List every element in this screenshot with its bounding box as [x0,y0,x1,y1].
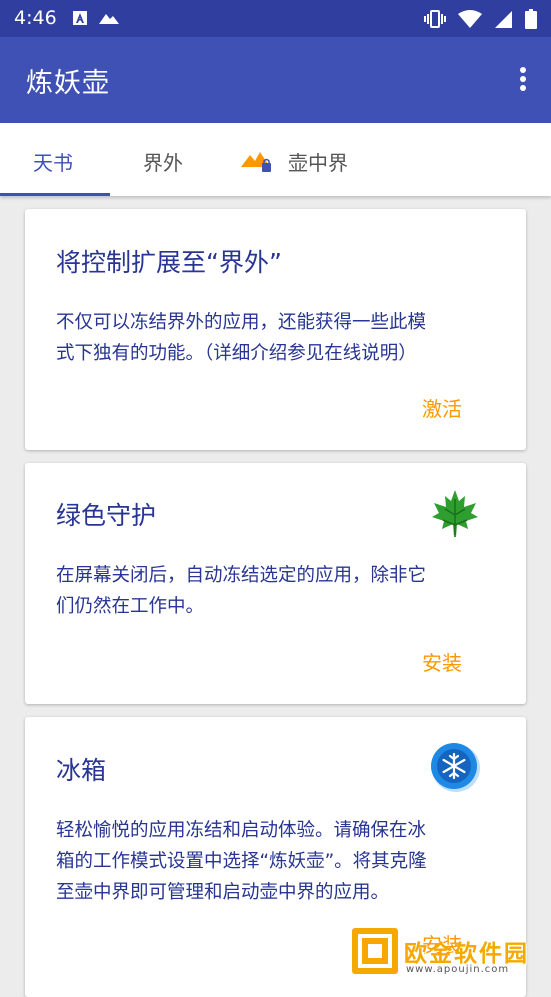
watermark-text: 欧金软件园 [404,941,529,967]
card-title: 冰箱 [56,756,107,785]
status-bar: 4:46 [0,0,551,37]
tab-huzhongjie-label: 壶中界 [288,151,348,175]
card-body: 不仅可以冻结界外的应用，还能获得一些此模 式下独有的功能。（详细介绍参见在线说明… [56,307,496,369]
tab-bar: 天书 界外 壶中界 [0,123,551,196]
card-body-line: 箱的工作模式设置中选择“炼妖壶”。将其克隆 [56,851,427,872]
tab-tianshu[interactable]: 天书 [33,147,73,176]
tab-jiewai[interactable]: 界外 [143,147,183,176]
watermark-url: www.apoujin.com [406,964,510,975]
a-notification-icon [73,11,87,25]
card-extend-control: 将控制扩展至“界外” 不仅可以冻结界外的应用，还能获得一些此模 式下独有的功能。… [25,209,526,450]
battery-icon [525,9,537,29]
wifi-icon [458,9,482,28]
card-body-line: 在屏幕关闭后，自动冻结选定的应用，除非它 [56,565,427,586]
app-title: 炼妖壶 [26,68,110,99]
card-greenify: 绿色守护 在屏幕关闭后，自动冻结选定的应用，除非它 们仍然在工作中。 安装 [25,463,526,704]
vibrate-icon [424,10,446,28]
island-lock-icon [241,152,271,172]
snowflake-icon [431,743,480,792]
card-title: 绿色守护 [56,501,157,530]
card-body: 轻松愉悦的应用冻结和启动体验。请确保在冰 箱的工作模式设置中选择“炼妖壶”。将其… [56,815,496,908]
card-title: 将控制扩展至“界外” [56,248,282,277]
card-body-line: 不仅可以冻结界外的应用，还能获得一些此模 [56,312,427,333]
watermark-logo [352,928,398,974]
install-greenify-button[interactable]: 安装 [422,647,462,676]
card-body-line: 轻松愉悦的应用冻结和启动体验。请确保在冰 [56,820,427,841]
card-body: 在屏幕关闭后，自动冻结选定的应用，除非它 们仍然在工作中。 [56,560,496,622]
app-bar: 炼妖壶 [0,37,551,123]
activate-button[interactable]: 激活 [422,393,462,422]
status-time: 4:46 [14,7,57,29]
more-vert-icon[interactable] [517,67,529,95]
card-body-line: 至壶中界即可管理和启动壶中界的应用。 [56,882,390,903]
cell-signal-icon [495,10,512,28]
maple-leaf-icon [432,490,478,537]
card-body-line: 们仍然在工作中。 [56,596,205,617]
signal-mountain-icon [99,14,119,24]
card-body-line: 式下独有的功能。（详细介绍参见在线说明） [56,343,417,364]
watermark: 欧金软件园 www.apoujin.com [352,926,544,978]
tab-indicator [0,193,110,196]
